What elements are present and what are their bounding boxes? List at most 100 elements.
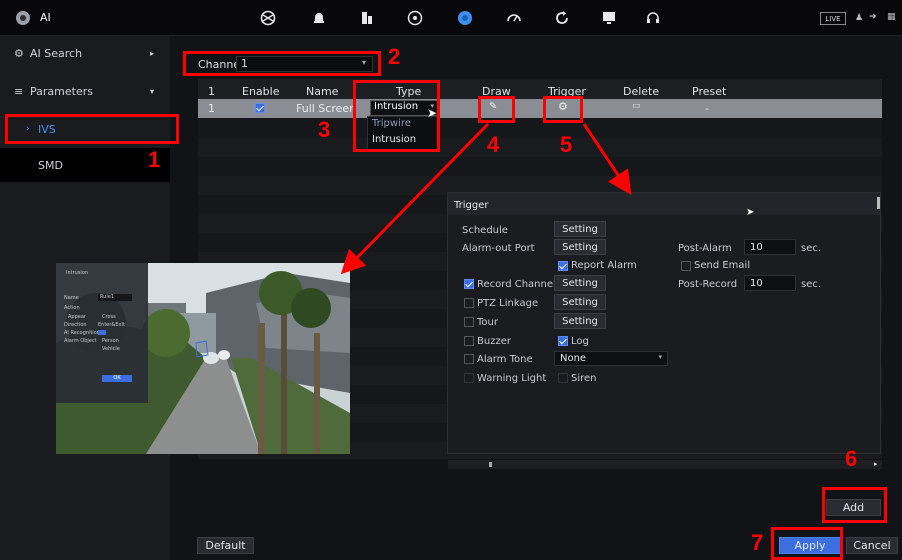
schedule-label: Schedule	[462, 225, 508, 236]
record-channel-setting-button[interactable]: Setting	[554, 275, 606, 291]
person-option[interactable]: Person	[102, 338, 119, 344]
log-label: Log	[571, 336, 589, 347]
bell-icon[interactable]	[310, 9, 328, 27]
button-label: Default	[205, 539, 246, 552]
draw-preview-image: Intrusion Name Rule1 Action Appear Cross…	[56, 263, 350, 454]
cross-option[interactable]: Cross	[102, 314, 116, 320]
annotation-number-4: 4	[487, 132, 500, 157]
table-header	[198, 79, 882, 99]
aperture-icon[interactable]	[259, 9, 277, 27]
sidebar-item-parameters[interactable]: ≡ Parameters ▾	[0, 74, 170, 108]
alarm-tone-label: Alarm Tone	[477, 354, 533, 365]
annotation-number-3: 3	[318, 117, 331, 142]
sidebar-item-ai-search[interactable]: ⚙ AI Search ▸	[0, 36, 170, 70]
button-label: Setting	[562, 315, 598, 327]
send-email-checkbox[interactable]	[681, 261, 691, 271]
name-input[interactable]: Rule1	[98, 294, 132, 301]
trigger-title: Trigger	[454, 200, 489, 211]
globe-icon[interactable]	[406, 9, 424, 27]
scroll-right-icon[interactable]: ▸	[874, 460, 878, 468]
scroll-handle[interactable]	[877, 197, 880, 209]
ai-recognition-label: AI Recognition	[64, 330, 100, 336]
warning-light-checkbox[interactable]	[464, 373, 474, 383]
appear-option[interactable]: Appear	[68, 314, 86, 320]
list-icon: ≡	[14, 84, 24, 98]
chevron-right-icon: ▸	[150, 48, 155, 58]
live-button[interactable]: LIVE	[820, 12, 846, 25]
ptz-setting-button[interactable]: Setting	[554, 294, 606, 310]
ai-recognition-toggle[interactable]	[98, 330, 106, 335]
monitor-icon[interactable]	[600, 9, 618, 27]
cancel-button[interactable]: Cancel	[846, 537, 898, 554]
tour-setting-button[interactable]: Setting	[554, 313, 606, 329]
trigger-panel: Trigger Schedule Setting Alarm-out Port …	[447, 192, 881, 454]
vehicle-option[interactable]: Vehicle	[102, 346, 120, 352]
annotation-box-ivs	[5, 114, 179, 144]
annotation-box-channel	[183, 51, 381, 76]
siren-checkbox[interactable]	[558, 373, 568, 383]
ai-logo-icon	[14, 9, 32, 27]
select-value: None	[560, 353, 587, 364]
logout-icon[interactable]: ➜	[869, 12, 881, 24]
default-button[interactable]: Default	[197, 537, 254, 554]
top-bar: AI LIVE ♟ ➜ ▦	[0, 0, 902, 36]
ai-icon[interactable]	[456, 9, 474, 27]
enable-checkbox[interactable]	[255, 103, 265, 113]
log-checkbox[interactable]	[558, 336, 568, 346]
table-scrollbar[interactable]	[448, 460, 882, 469]
alarm-tone-checkbox[interactable]	[464, 354, 474, 364]
table-row	[198, 138, 882, 157]
delete-trash-icon[interactable]: ▭	[632, 101, 641, 111]
annotation-box-type	[353, 80, 440, 152]
buzzer-checkbox[interactable]	[464, 336, 474, 346]
alarm-out-setting-button[interactable]: Setting	[554, 239, 606, 255]
ok-button[interactable]: OK	[102, 375, 132, 382]
scroll-thumb[interactable]	[489, 462, 492, 467]
tour-checkbox[interactable]	[464, 317, 474, 327]
alarm-tone-select[interactable]: None ▾	[554, 351, 668, 366]
post-record-input[interactable]: 10	[744, 275, 796, 291]
button-label: Setting	[562, 241, 598, 253]
mouse-cursor-icon: ➤	[746, 207, 755, 218]
sidebar-item-smd[interactable]: SMD	[0, 148, 170, 182]
sidebar-item-label: SMD	[38, 158, 63, 172]
storage-icon[interactable]	[358, 9, 376, 27]
button-label: Setting	[562, 277, 598, 289]
menu-grid-icon[interactable]: ▦	[887, 12, 897, 22]
direction-select[interactable]: Enter&Exit	[98, 322, 125, 328]
headset-icon[interactable]	[644, 9, 662, 27]
button-label: Setting	[562, 296, 598, 308]
speedometer-icon[interactable]	[505, 9, 523, 27]
ptz-linkage-checkbox[interactable]	[464, 298, 474, 308]
button-label: Cancel	[853, 539, 891, 552]
report-alarm-label: Report Alarm	[571, 260, 637, 271]
sec-label: sec.	[801, 243, 822, 254]
header-enable: Enable	[242, 85, 280, 98]
annotation-number-6: 6	[845, 446, 858, 471]
record-channel-checkbox[interactable]	[464, 279, 474, 289]
report-alarm-checkbox[interactable]	[558, 261, 568, 271]
input-value: 10	[750, 241, 763, 253]
intrusion-config-panel: Intrusion Name Rule1 Action Appear Cross…	[56, 263, 148, 403]
button-label: Setting	[562, 223, 598, 235]
row-index: 1	[208, 102, 215, 115]
alarm-object-label: Alarm Object	[64, 338, 97, 344]
annotation-number-5: 5	[560, 132, 573, 157]
row-preset: -	[705, 102, 709, 115]
user-icon[interactable]: ♟	[855, 13, 865, 23]
post-alarm-input[interactable]: 10	[744, 239, 796, 255]
search-icon: ⚙	[14, 46, 24, 60]
header-delete: Delete	[623, 85, 660, 98]
trigger-panel-header	[448, 193, 880, 215]
refresh-icon[interactable]	[553, 9, 571, 27]
annotation-box-trigger	[543, 96, 583, 123]
tour-label: Tour	[477, 317, 498, 328]
annotation-box-apply	[771, 527, 843, 560]
schedule-setting-button[interactable]: Setting	[554, 221, 606, 237]
app-title: AI	[40, 11, 51, 24]
header-preset: Preset	[692, 85, 727, 98]
annotation-number-7: 7	[751, 530, 764, 555]
sidebar-item-label: AI Search	[30, 46, 83, 60]
warning-light-label: Warning Light	[477, 373, 547, 384]
sec-label: sec.	[801, 279, 822, 290]
